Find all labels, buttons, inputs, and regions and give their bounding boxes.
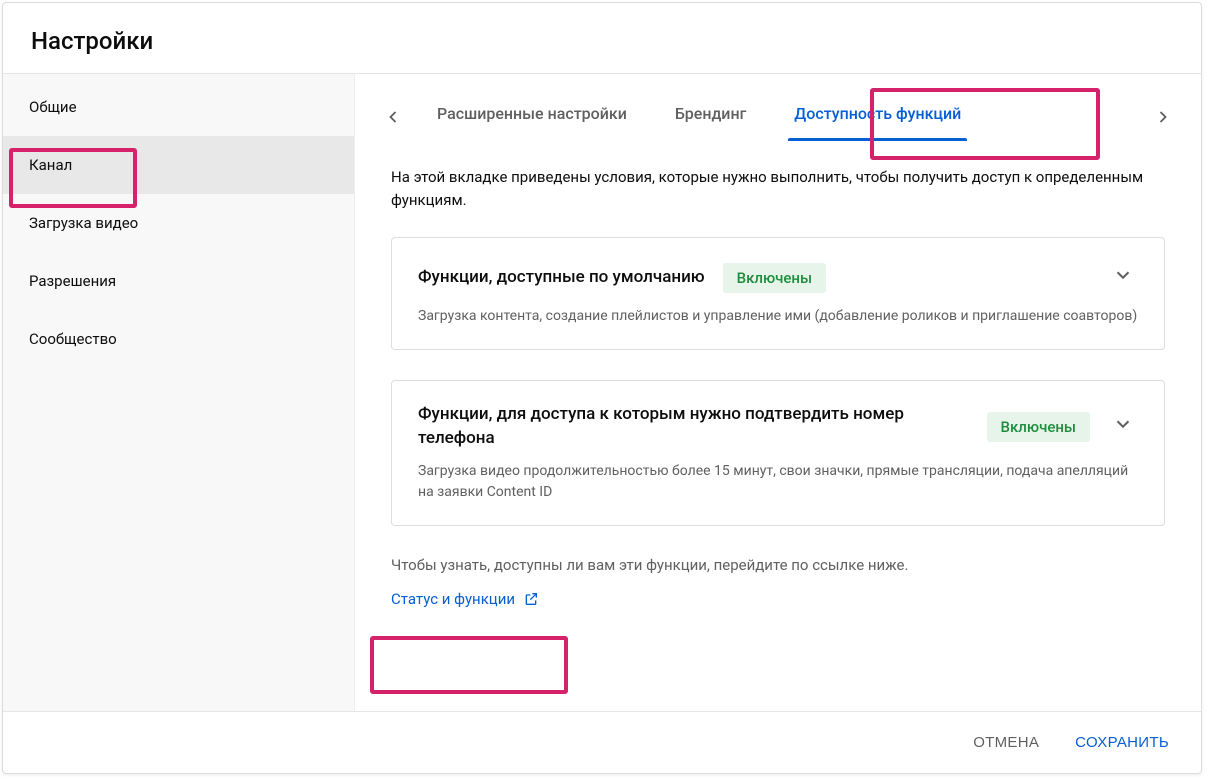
link-label: Статус и функции [391, 590, 515, 608]
sidebar-item-label: Загрузка видео [29, 214, 138, 232]
tabs-row: Расширенные настройки Брендинг Доступнос… [355, 74, 1201, 142]
expand-toggle[interactable] [1108, 409, 1138, 445]
sidebar-item-label: Разрешения [29, 272, 116, 290]
tabs-prev-button[interactable] [375, 99, 411, 135]
sidebar-item-upload[interactable]: Загрузка видео [3, 194, 354, 252]
content-pane: Расширенные настройки Брендинг Доступнос… [355, 74, 1201, 711]
chevron-left-icon [383, 107, 403, 127]
dialog-footer: ОТМЕНА СОХРАНИТЬ [3, 711, 1201, 773]
expand-toggle[interactable] [1108, 260, 1138, 296]
sidebar-item-permissions[interactable]: Разрешения [3, 252, 354, 310]
hint-text: Чтобы узнать, доступны ли вам эти функци… [391, 556, 1165, 574]
tab-label: Расширенные настройки [437, 104, 627, 123]
sidebar-item-label: Сообщество [29, 330, 117, 348]
tab-feature-eligibility[interactable]: Доступность функций [772, 92, 983, 141]
dialog-header: Настройки [3, 3, 1201, 74]
tab-label: Брендинг [675, 104, 746, 123]
sidebar-item-general[interactable]: Общие [3, 78, 354, 136]
card-title: Функции, для доступа к которым нужно под… [418, 403, 951, 451]
status-badge: Включены [987, 412, 1090, 442]
external-link-icon [523, 591, 539, 607]
tab-content: На этой вкладке приведены условия, котор… [355, 142, 1201, 624]
sidebar: Общие Канал Загрузка видео Разрешения Со… [3, 74, 355, 711]
tab-advanced-settings[interactable]: Расширенные настройки [415, 92, 649, 141]
settings-dialog: Настройки Общие Канал Загрузка видео Раз… [2, 2, 1202, 774]
chevron-down-icon [1112, 264, 1134, 286]
save-button[interactable]: СОХРАНИТЬ [1071, 726, 1173, 759]
status-and-features-link[interactable]: Статус и функции [391, 584, 539, 614]
sidebar-item-community[interactable]: Сообщество [3, 310, 354, 368]
card-header: Функции, для доступа к которым нужно под… [418, 403, 1138, 451]
card-title: Функции, доступные по умолчанию [418, 266, 705, 290]
card-description: Загрузка видео продолжительностью более … [418, 461, 1138, 503]
sidebar-item-label: Общие [29, 98, 77, 116]
sidebar-item-channel[interactable]: Канал [3, 136, 354, 194]
card-phone-verified-features[interactable]: Функции, для доступа к которым нужно под… [391, 380, 1165, 526]
intro-text: На этой вкладке приведены условия, котор… [391, 166, 1165, 211]
dialog-body: Общие Канал Загрузка видео Разрешения Со… [3, 74, 1201, 711]
status-badge: Включены [723, 263, 826, 293]
chevron-down-icon [1112, 413, 1134, 435]
tab-branding[interactable]: Брендинг [653, 92, 768, 141]
cancel-button[interactable]: ОТМЕНА [969, 726, 1043, 759]
tab-label: Доступность функций [794, 104, 961, 123]
chevron-right-icon [1153, 107, 1173, 127]
sidebar-item-label: Канал [29, 156, 72, 174]
card-default-features[interactable]: Функции, доступные по умолчанию Включены… [391, 237, 1165, 350]
dialog-title: Настройки [31, 27, 1173, 55]
card-header: Функции, доступные по умолчанию Включены [418, 260, 1138, 296]
card-description: Загрузка контента, создание плейлистов и… [418, 306, 1138, 327]
tabs-next-button[interactable] [1145, 99, 1181, 135]
